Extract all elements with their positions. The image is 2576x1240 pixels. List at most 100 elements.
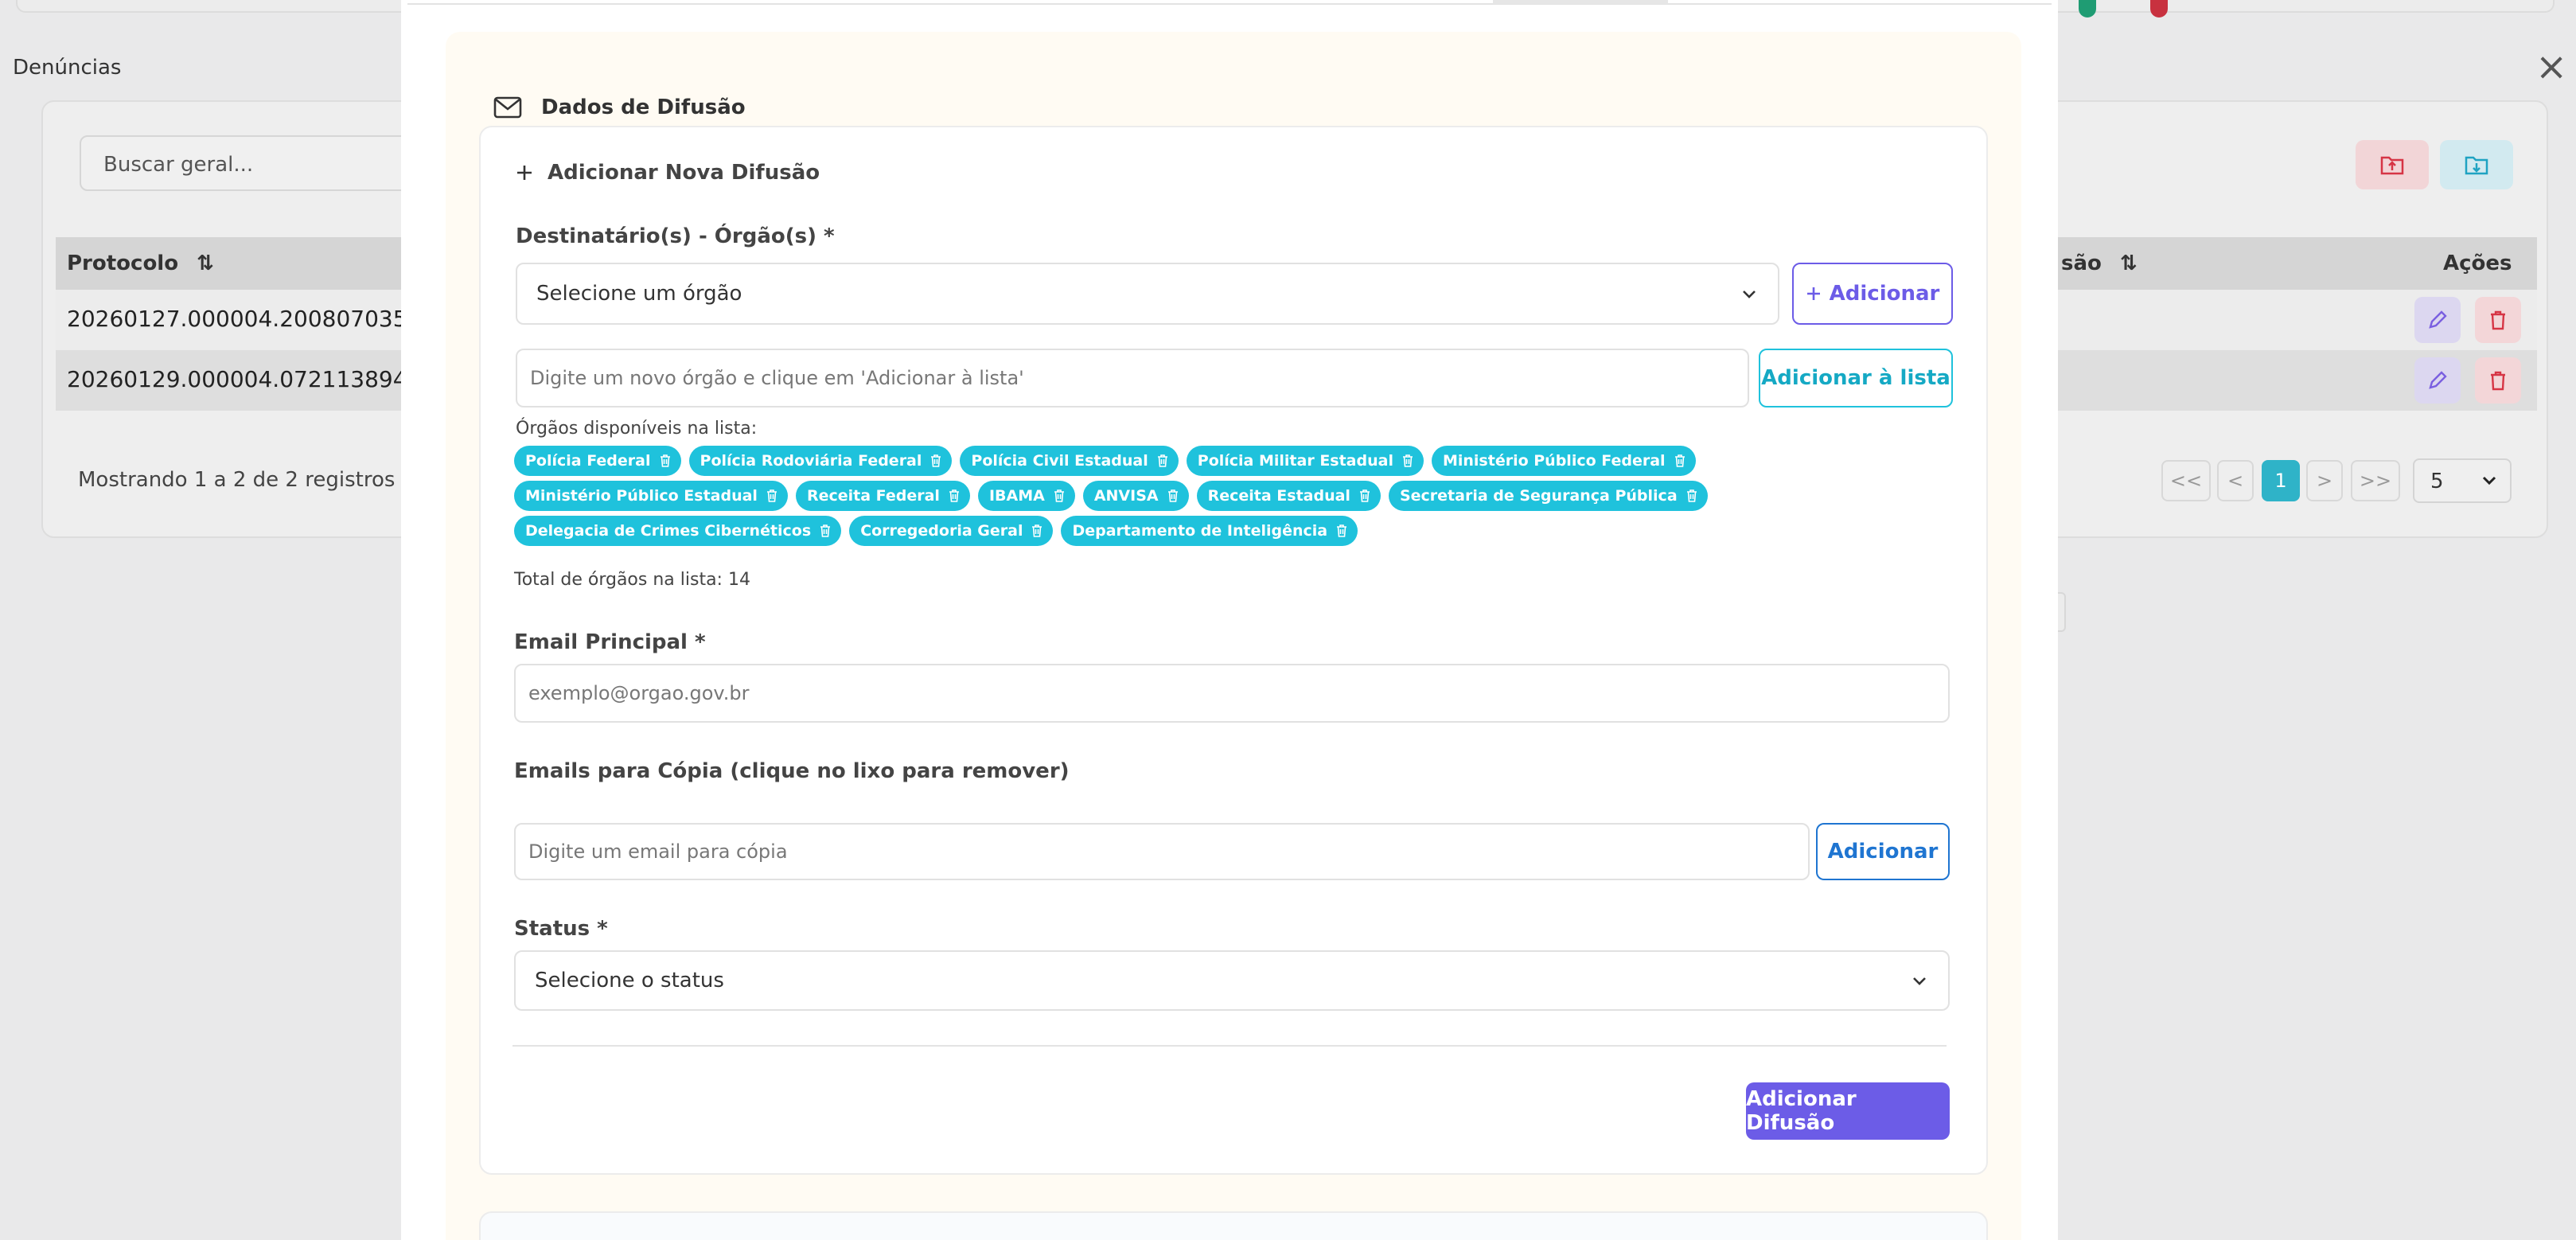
trash-icon[interactable] [1401,454,1414,468]
org-select[interactable]: Selecione um órgão [516,263,1779,325]
tab-indicator [1493,0,1668,4]
org-chip-label: IBAMA [988,487,1045,505]
trash-icon[interactable] [948,489,961,503]
column-header-protocolo[interactable]: Protocolo ⇅ [67,252,214,275]
org-chip: Polícia Civil Estadual [960,446,1179,476]
delete-button[interactable] [2475,297,2521,343]
column-header-situacao[interactable]: são ⇅ [2061,252,2138,275]
recipients-label: Destinatário(s) - Órgão(s) * [516,224,835,248]
add-cc-button[interactable]: Adicionar [1816,823,1950,880]
add-to-list-button[interactable]: Adicionar à lista [1759,349,1953,407]
org-chip-label: Polícia Civil Estadual [971,452,1148,470]
difusao-modal: Dados de Difusão Adicionar Nova Difusão … [401,0,2058,1240]
org-chip-label: Corregedoria Geral [860,522,1023,540]
section-header: Dados de Difusão [493,96,746,119]
pagination-first[interactable]: << [2161,460,2211,501]
protocolo-cell: 20260129.000004.072113894 [67,366,407,392]
org-chip-label: Ministério Público Estadual [525,487,758,505]
trash-icon[interactable] [1686,489,1698,503]
org-chip-label: Secretaria de Segurança Pública [1399,487,1678,505]
column-header-acoes: Ações [2443,252,2512,275]
org-chip-label: Ministério Público Federal [1442,452,1666,470]
org-chip-label: Departamento de Inteligência [1072,522,1328,540]
mail-icon [493,96,522,119]
trash-icon[interactable] [766,489,778,503]
trash-icon[interactable] [819,524,832,538]
org-chip: Polícia Militar Estadual [1186,446,1424,476]
plus-icon [517,166,532,180]
org-chip: Corregedoria Geral [849,516,1054,546]
total-orgs-label: Total de órgãos na lista: 14 [514,570,750,590]
trash-icon[interactable] [929,454,942,468]
export-excel-button[interactable] [2440,140,2513,189]
org-chip: IBAMA [977,481,1075,511]
sort-icon[interactable]: ⇅ [2120,252,2138,275]
add-new-label: Adicionar Nova Difusão [548,161,820,185]
background-edge [2058,592,2066,632]
status-select[interactable]: Selecione o status [514,950,1950,1011]
records-count: Mostrando 1 a 2 de 2 registros [78,468,396,492]
org-chip-list: Polícia Federal Polícia Rodoviária Feder… [514,446,1883,546]
trash-icon[interactable] [1031,524,1043,538]
org-chip-label: Delegacia de Crimes Cibernéticos [525,522,812,540]
org-chip-label: Receita Federal [806,487,940,505]
add-difusao-button[interactable]: Adicionar Difusão [1746,1082,1950,1140]
org-chip: Polícia Rodoviária Federal [688,446,953,476]
trash-icon[interactable] [1358,489,1371,503]
org-chip-label: Polícia Militar Estadual [1197,452,1393,470]
page-size-select[interactable]: 5 [2413,458,2512,503]
email-label: Email Principal * [514,630,706,654]
org-chip-label: Polícia Rodoviária Federal [700,452,922,470]
edit-button[interactable] [2414,357,2461,404]
org-chip: Ministério Público Federal [1431,446,1696,476]
status-indicator-green [2079,0,2096,18]
protocolo-cell: 20260127.000004.200807035 [67,306,407,332]
form-divider [512,1045,1947,1047]
cc-label: Emails para Cópia (clique no lixo para r… [514,759,1070,783]
chevron-down-icon [1743,291,1756,298]
folder-upload-icon [2380,156,2404,175]
pagination-last[interactable]: >> [2351,460,2400,501]
new-org-input[interactable]: Digite um novo órgão e clique em 'Adicio… [516,349,1749,407]
pagination-page-1[interactable]: 1 [2262,460,2300,501]
trash-icon[interactable] [1167,489,1179,503]
org-chip: Receita Federal [795,481,970,511]
trash-icon[interactable] [1674,454,1686,468]
trash-icon[interactable] [1053,489,1066,503]
add-org-button[interactable]: Adicionar [1792,263,1953,325]
next-section-card [479,1211,1988,1240]
pagination-prev[interactable]: < [2217,460,2254,501]
sort-icon[interactable]: ⇅ [197,252,214,275]
status-indicator-red [2150,0,2168,18]
org-chip-label: ANVISA [1093,487,1159,505]
org-select-value: Selecione um órgão [536,282,742,306]
add-new-header: Adicionar Nova Difusão [516,161,820,185]
delete-button[interactable] [2475,357,2521,404]
org-chip: Polícia Federal [514,446,681,476]
trash-icon[interactable] [1335,524,1348,538]
edit-button[interactable] [2414,297,2461,343]
org-chip: ANVISA [1082,481,1189,511]
pagination-next[interactable]: > [2306,460,2343,501]
column-header-label: são [2061,252,2102,275]
trash-icon[interactable] [659,454,672,468]
close-icon[interactable]: × [2535,48,2567,86]
org-chip: Secretaria de Segurança Pública [1388,481,1708,511]
status-label: Status * [514,917,608,941]
pencil-icon [2429,310,2447,329]
trash-icon[interactable] [1156,454,1169,468]
status-select-value: Selecione o status [535,969,724,992]
modal-top-border [407,0,2052,5]
trash-icon [2491,371,2505,391]
export-pdf-button[interactable] [2356,140,2429,189]
trash-icon [2491,310,2505,330]
cc-email-input[interactable]: Digite um email para cópia [514,823,1810,880]
org-chip-label: Receita Estadual [1207,487,1350,505]
available-orgs-label: Órgãos disponíveis na lista: [516,419,758,439]
folder-download-icon [2465,156,2488,175]
column-header-label: Protocolo [67,252,179,275]
page-title: Denúncias [13,56,122,80]
chevron-down-icon [1913,977,1926,985]
email-input[interactable]: exemplo@orgao.gov.br [514,664,1950,723]
org-chip-label: Polícia Federal [525,452,651,470]
